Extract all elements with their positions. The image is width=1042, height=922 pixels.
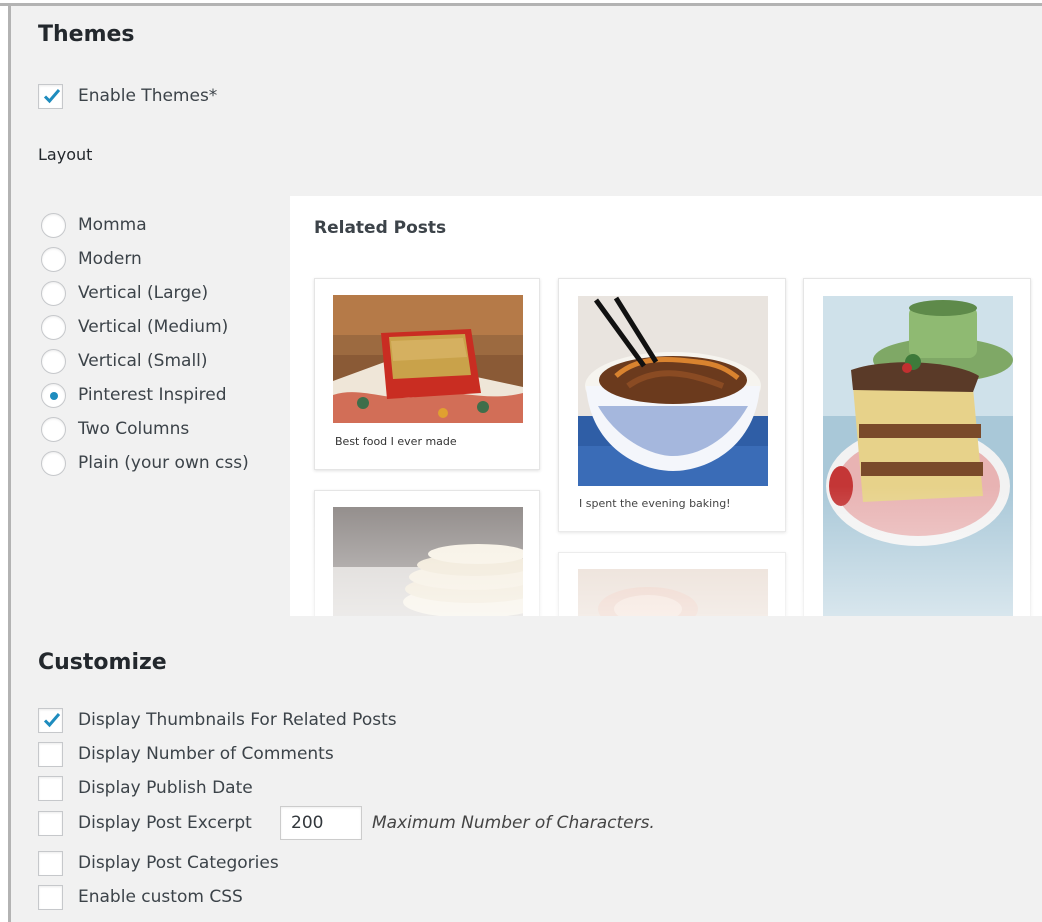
layout-radio-vertical-small[interactable]	[41, 349, 66, 374]
preview-card	[314, 490, 540, 616]
display-post-excerpt-checkbox[interactable]	[38, 811, 63, 836]
layout-radio-plain[interactable]	[41, 451, 66, 476]
enable-custom-css-checkbox[interactable]	[38, 885, 63, 910]
preview-card: Best food I ever made	[314, 278, 540, 470]
preview-caption: Best food I ever made	[335, 435, 457, 448]
display-thumbnails-checkbox[interactable]	[38, 708, 63, 733]
layout-preview: Related Posts Best food I ever made I sp…	[290, 196, 1042, 616]
preview-card: I spent the evening baking!	[558, 278, 786, 532]
layout-option-label: Vertical (Large)	[78, 283, 209, 303]
layout-radio-two-columns[interactable]	[41, 417, 66, 442]
layout-radio-pinterest-inspired[interactable]	[41, 383, 66, 408]
preview-image	[333, 507, 523, 616]
display-post-excerpt-label: Display Post Excerpt	[78, 813, 252, 833]
excerpt-length-input[interactable]	[280, 806, 362, 840]
layout-option-label: Vertical (Small)	[78, 351, 208, 371]
window-top-border	[0, 0, 1042, 6]
excerpt-length-hint: Maximum Number of Characters.	[372, 813, 655, 833]
display-comments-checkbox[interactable]	[38, 742, 63, 767]
preview-title: Related Posts	[314, 218, 447, 238]
layout-option-label: Vertical (Medium)	[78, 317, 229, 337]
enable-themes-checkbox[interactable]	[38, 84, 63, 109]
layout-option-label: Pinterest Inspired	[78, 385, 227, 405]
preview-image	[823, 296, 1013, 616]
checkmark-icon	[43, 89, 61, 104]
preview-image	[578, 569, 768, 616]
enable-custom-css-label: Enable custom CSS	[78, 887, 243, 907]
display-publish-date-label: Display Publish Date	[78, 778, 253, 798]
customize-heading: Customize	[38, 650, 167, 675]
display-publish-date-checkbox[interactable]	[38, 776, 63, 801]
preview-image	[333, 295, 523, 423]
layout-option-label: Momma	[78, 215, 147, 235]
layout-heading: Layout	[38, 145, 93, 164]
display-comments-label: Display Number of Comments	[78, 744, 334, 764]
preview-card	[803, 278, 1031, 616]
preview-image	[578, 296, 768, 486]
preview-caption: I spent the evening baking!	[579, 497, 731, 510]
display-post-categories-label: Display Post Categories	[78, 853, 279, 873]
themes-heading: Themes	[38, 22, 135, 47]
layout-option-label: Plain (your own css)	[78, 453, 249, 473]
layout-radio-modern[interactable]	[41, 247, 66, 272]
layout-radio-momma[interactable]	[41, 213, 66, 238]
layout-option-label: Modern	[78, 249, 142, 269]
layout-radio-vertical-medium[interactable]	[41, 315, 66, 340]
radio-selected-dot	[50, 392, 58, 400]
enable-themes-label: Enable Themes*	[78, 86, 218, 106]
layout-option-label: Two Columns	[78, 419, 190, 439]
preview-card	[558, 552, 786, 616]
display-thumbnails-label: Display Thumbnails For Related Posts	[78, 710, 397, 730]
layout-radio-vertical-large[interactable]	[41, 281, 66, 306]
window-left-border	[0, 6, 11, 922]
checkmark-icon	[43, 713, 61, 728]
display-post-categories-checkbox[interactable]	[38, 851, 63, 876]
